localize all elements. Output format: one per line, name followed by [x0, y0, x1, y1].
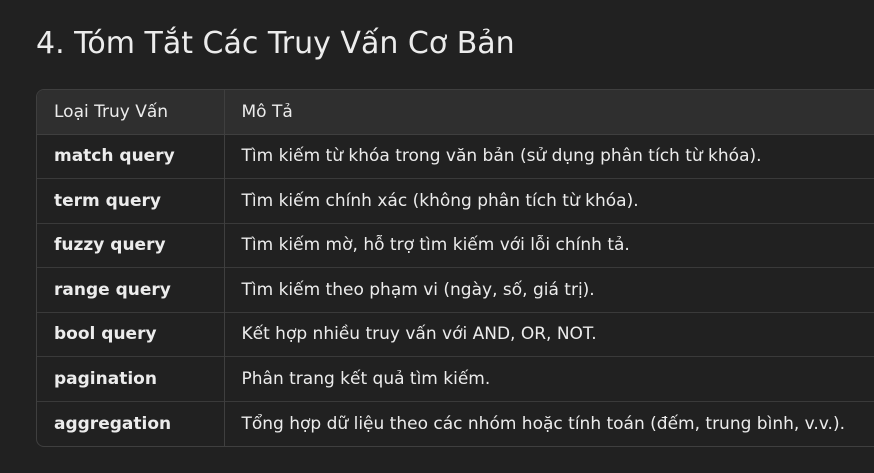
table-row: fuzzy query Tìm kiếm mờ, hỗ trợ tìm kiếm… — [37, 223, 874, 268]
table-row: match query Tìm kiếm từ khóa trong văn b… — [37, 134, 874, 179]
query-summary-table: Loại Truy Vấn Mô Tả match query Tìm kiếm… — [36, 89, 874, 447]
cell-query-type: aggregation — [37, 401, 225, 446]
table-row: aggregation Tổng hợp dữ liệu theo các nh… — [37, 401, 874, 446]
header-description: Mô Tả — [224, 90, 874, 135]
cell-description: Tổng hợp dữ liệu theo các nhóm hoặc tính… — [241, 413, 846, 434]
cell-description: Tìm kiếm chính xác (không phân tích từ k… — [241, 190, 639, 211]
cell-description: Tìm kiếm từ khóa trong văn bản (sử dụng … — [241, 146, 762, 167]
page: 4. Tóm Tắt Các Truy Vấn Cơ Bản Loại Truy… — [0, 0, 874, 473]
cell-query-type: term query — [37, 178, 225, 223]
cell-query-type: fuzzy query — [37, 223, 225, 268]
header-query-type: Loại Truy Vấn — [37, 90, 225, 135]
cell-query-type: match query — [37, 134, 225, 179]
table-header: Loại Truy Vấn Mô Tả — [37, 90, 874, 135]
table-row: term query Tìm kiếm chính xác (không phâ… — [37, 178, 874, 223]
table-row: bool query Kết hợp nhiều truy vấn với AN… — [37, 312, 874, 357]
table-body: match query Tìm kiếm từ khóa trong văn b… — [37, 134, 874, 446]
cell-description: Tìm kiếm mờ, hỗ trợ tìm kiếm với lỗi chí… — [241, 235, 630, 256]
cell-description: Tìm kiếm theo phạm vi (ngày, số, giá trị… — [241, 279, 595, 300]
cell-description: Kết hợp nhiều truy vấn với AND, OR, NOT. — [241, 324, 597, 345]
table-row: pagination Phân trang kết quả tìm kiếm. — [37, 356, 874, 401]
cell-query-type: pagination — [37, 356, 225, 401]
cell-description: Phân trang kết quả tìm kiếm. — [241, 368, 491, 389]
table: Loại Truy Vấn Mô Tả match query Tìm kiếm… — [37, 90, 874, 446]
header-row: Loại Truy Vấn Mô Tả — [37, 90, 874, 135]
cell-query-type: bool query — [37, 312, 225, 357]
table-row: range query Tìm kiếm theo phạm vi (ngày,… — [37, 267, 874, 312]
section-heading: 4. Tóm Tắt Các Truy Vấn Cơ Bản — [36, 26, 515, 61]
cell-query-type: range query — [37, 267, 225, 312]
